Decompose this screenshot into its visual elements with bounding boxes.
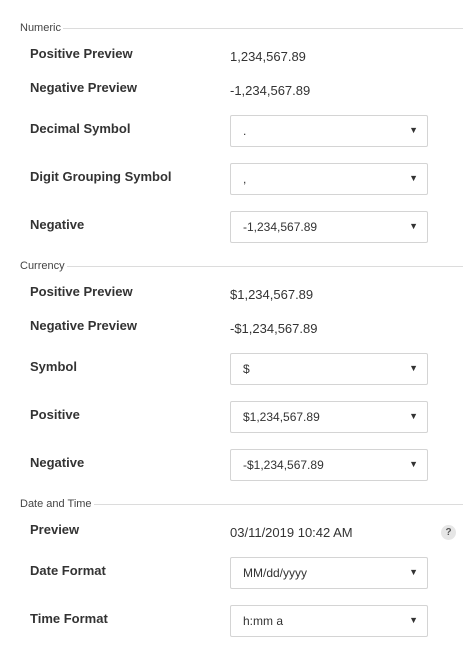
date-format-selected-value: MM/dd/yyyy bbox=[243, 566, 308, 580]
numeric-negative-selected-value: -1,234,567.89 bbox=[243, 220, 318, 234]
digit-grouping-selected-value: , bbox=[243, 172, 247, 186]
digit-grouping-symbol-label: Digit Grouping Symbol bbox=[30, 169, 172, 184]
time-format-select[interactable]: h:mm a ▼ bbox=[230, 605, 428, 637]
decimal-symbol-select[interactable]: . ▼ bbox=[230, 115, 428, 147]
chevron-down-icon: ▼ bbox=[409, 125, 418, 135]
numeric-section-title: Numeric bbox=[20, 22, 463, 34]
currency-negative-preview-value: -$1,234,567.89 bbox=[230, 321, 318, 336]
currency-negative-label: Negative bbox=[30, 455, 85, 470]
currency-positive-select[interactable]: $1,234,567.89 ▼ bbox=[230, 401, 428, 433]
chevron-down-icon: ▼ bbox=[409, 411, 418, 421]
datetime-preview-value: 03/11/2019 10:42 AM bbox=[230, 525, 353, 540]
numeric-negative-preview-value: -1,234,567.89 bbox=[230, 83, 311, 98]
numeric-negative-select[interactable]: -1,234,567.89 ▼ bbox=[230, 211, 428, 243]
currency-section-title: Currency bbox=[20, 260, 463, 272]
currency-negative-preview-label: Negative Preview bbox=[30, 318, 137, 333]
decimal-symbol-selected-value: . bbox=[243, 124, 247, 138]
currency-positive-preview-value: $1,234,567.89 bbox=[230, 287, 314, 302]
numeric-negative-preview-label: Negative Preview bbox=[30, 80, 137, 95]
chevron-down-icon: ▼ bbox=[409, 459, 418, 469]
currency-section-label: Currency bbox=[20, 260, 65, 272]
datetime-preview-label: Preview bbox=[30, 522, 80, 537]
chevron-down-icon: ▼ bbox=[409, 567, 418, 577]
currency-positive-selected-value: $1,234,567.89 bbox=[243, 410, 320, 424]
datetime-section-label: Date and Time bbox=[20, 498, 92, 510]
currency-symbol-label: Symbol bbox=[30, 359, 77, 374]
help-icon[interactable]: ? bbox=[441, 525, 456, 540]
date-format-label: Date Format bbox=[30, 563, 106, 578]
currency-positive-preview-label: Positive Preview bbox=[30, 284, 133, 299]
time-format-selected-value: h:mm a bbox=[243, 614, 284, 628]
currency-symbol-selected-value: $ bbox=[243, 362, 250, 376]
digit-grouping-symbol-select[interactable]: , ▼ bbox=[230, 163, 428, 195]
decimal-symbol-label: Decimal Symbol bbox=[30, 121, 131, 136]
chevron-down-icon: ▼ bbox=[409, 363, 418, 373]
chevron-down-icon: ▼ bbox=[409, 221, 418, 231]
section-divider bbox=[93, 503, 463, 505]
section-divider bbox=[62, 27, 463, 29]
chevron-down-icon: ▼ bbox=[409, 173, 418, 183]
currency-negative-selected-value: -$1,234,567.89 bbox=[243, 458, 324, 472]
currency-symbol-select[interactable]: $ ▼ bbox=[230, 353, 428, 385]
chevron-down-icon: ▼ bbox=[409, 615, 418, 625]
currency-negative-select[interactable]: -$1,234,567.89 ▼ bbox=[230, 449, 428, 481]
time-format-label: Time Format bbox=[30, 611, 108, 626]
numeric-positive-preview-label: Positive Preview bbox=[30, 46, 133, 61]
section-divider bbox=[66, 265, 463, 267]
datetime-section-title: Date and Time bbox=[20, 498, 463, 510]
numeric-section-label: Numeric bbox=[20, 22, 61, 34]
currency-positive-label: Positive bbox=[30, 407, 80, 422]
numeric-positive-preview-value: 1,234,567.89 bbox=[230, 49, 306, 64]
numeric-negative-label: Negative bbox=[30, 217, 85, 232]
date-format-select[interactable]: MM/dd/yyyy ▼ bbox=[230, 557, 428, 589]
